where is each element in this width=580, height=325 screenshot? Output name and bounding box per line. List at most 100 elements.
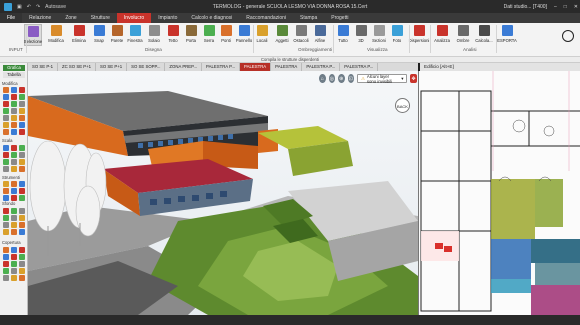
tool-icon[interactable] (19, 188, 25, 194)
tool-icon[interactable] (3, 215, 9, 221)
pannello-button[interactable]: Pannello (235, 24, 253, 46)
tool-icon[interactable] (19, 195, 25, 201)
zoom-icon[interactable]: ⊕ (338, 74, 345, 83)
ribbon-tab-file[interactable]: File (0, 13, 23, 23)
fit-icon[interactable]: ⊡ (347, 74, 354, 83)
tool-icon[interactable] (19, 159, 25, 165)
ribbon-tab-calcolo-e-diagnosi[interactable]: Calcolo e diagnosi (184, 13, 239, 23)
tool-icon[interactable] (11, 108, 17, 114)
elimina-button[interactable]: Elimina (70, 24, 88, 46)
tool-icon[interactable] (11, 87, 17, 93)
tool-icon[interactable] (3, 261, 9, 267)
tool-icon[interactable] (11, 208, 17, 214)
plan-view-2d[interactable] (418, 71, 580, 315)
tool-icon[interactable] (3, 181, 9, 187)
viewport-3d[interactable]: ⌂ ◎ ⊕ ⊡ ⚠ Alcuni layer sono invisibili ▾… (28, 71, 418, 315)
tool-icon[interactable] (19, 94, 25, 100)
zone-tab[interactable]: PALESTRA (271, 63, 303, 71)
aggetti-button[interactable]: Aggetti (273, 24, 291, 46)
tool-icon[interactable] (19, 268, 25, 274)
alfine-button[interactable]: Alfine (311, 24, 329, 46)
tool-icon[interactable] (11, 122, 17, 128)
snap-button[interactable]: Snap (90, 24, 108, 46)
tool-icon[interactable] (11, 261, 17, 267)
tool-icon[interactable] (11, 254, 17, 260)
tool-icon[interactable] (11, 222, 17, 228)
tool-icon[interactable] (11, 94, 17, 100)
zone-tab[interactable]: ZONA PREP... (165, 63, 203, 71)
ribbon-tab-involucro[interactable]: Involucro (116, 13, 152, 23)
tool-icon[interactable] (3, 268, 9, 274)
tool-icon[interactable] (11, 195, 17, 201)
tool-icon[interactable] (3, 166, 9, 172)
tool-icon[interactable] (19, 275, 25, 281)
tool-icon[interactable] (3, 115, 9, 121)
orbit-icon[interactable]: ◎ (328, 74, 335, 83)
tool-icon[interactable] (3, 152, 9, 158)
dispersioni-button[interactable]: Dispersioni (409, 24, 429, 46)
tool-icon[interactable] (3, 145, 9, 151)
zone-tab[interactable]: SO SE P+1 (96, 63, 128, 71)
solaio-button[interactable]: Solaio (145, 24, 163, 46)
locali-button[interactable]: Locali (253, 24, 271, 46)
tool-icon[interactable] (19, 229, 25, 235)
tool-icon[interactable] (11, 152, 17, 158)
tool-icon[interactable] (11, 166, 17, 172)
minimize-icon[interactable]: – (554, 4, 557, 10)
tool-icon[interactable] (11, 145, 17, 151)
tool-icon[interactable] (11, 247, 17, 253)
porta-button[interactable]: Porta (182, 24, 200, 46)
close-icon[interactable]: ✕ (574, 4, 578, 10)
maximize-icon[interactable]: □ (564, 4, 567, 10)
tool-icon[interactable] (11, 268, 17, 274)
tool-icon[interactable] (19, 222, 25, 228)
tool-icon[interactable] (19, 166, 25, 172)
tool-icon[interactable] (3, 247, 9, 253)
tool-icon[interactable] (3, 188, 9, 194)
modifica-button[interactable]: Modifica (47, 24, 65, 46)
move-icon[interactable]: ✥ (410, 74, 417, 83)
tool-icon[interactable] (19, 101, 25, 107)
tool-icon[interactable] (19, 208, 25, 214)
tool-icon[interactable] (3, 101, 9, 107)
tetto-button[interactable]: Tetto (164, 24, 182, 46)
foto-button[interactable]: Foto (388, 24, 406, 46)
tool-icon[interactable] (3, 222, 9, 228)
tool-icon[interactable] (3, 195, 9, 201)
tool-icon[interactable] (19, 181, 25, 187)
tool-icon[interactable] (3, 159, 9, 165)
ribbon-tab-relazione[interactable]: Relazione (22, 13, 58, 23)
tool-icon[interactable] (19, 152, 25, 158)
zone-tab[interactable]: PALESTRA P... (340, 63, 379, 71)
tool-icon[interactable] (19, 215, 25, 221)
ribbon-tab-strutture[interactable]: Strutture (84, 13, 117, 23)
ribbon-tab-stampa[interactable]: Stampa (293, 13, 324, 23)
ribbon-tab-raccomandazioni[interactable]: Raccomandazioni (239, 13, 293, 23)
tool-icon[interactable] (19, 122, 25, 128)
3d-button[interactable]: 3D (352, 24, 370, 46)
tool-icon[interactable] (3, 87, 9, 93)
home-view-icon[interactable]: ⌂ (319, 74, 326, 83)
back-view-button[interactable]: BACK (395, 98, 410, 113)
tool-icon[interactable] (3, 108, 9, 114)
tool-icon[interactable] (3, 254, 9, 260)
zone-tab[interactable]: SO SE SOPP... (127, 63, 166, 71)
tool-icon[interactable] (11, 129, 17, 135)
tool-icon[interactable] (11, 215, 17, 221)
serra-button[interactable]: Serra (200, 24, 218, 46)
layer-visibility-select[interactable]: ⚠ Alcuni layer sono invisibili ▾ (357, 74, 408, 84)
zone-tab[interactable]: SO SE P-1 (28, 63, 59, 71)
sezioni-button[interactable]: Sezioni (370, 24, 388, 46)
tool-icon[interactable] (3, 94, 9, 100)
user-label[interactable]: Dati studio... [T400] (504, 4, 547, 10)
tool-icon[interactable] (3, 229, 9, 235)
ribbon-tab-progetti[interactable]: Progetti (324, 13, 355, 23)
tool-icon[interactable] (11, 159, 17, 165)
edificio-tab[interactable]: Edificio [Alt+E] (420, 63, 580, 71)
tool-icon[interactable] (3, 275, 9, 281)
tool-icon[interactable] (19, 254, 25, 260)
ostacoli-button[interactable]: Ostacoli (292, 24, 310, 46)
tool-icon[interactable] (19, 261, 25, 267)
tool-icon[interactable] (3, 122, 9, 128)
tool-icon[interactable] (11, 181, 17, 187)
